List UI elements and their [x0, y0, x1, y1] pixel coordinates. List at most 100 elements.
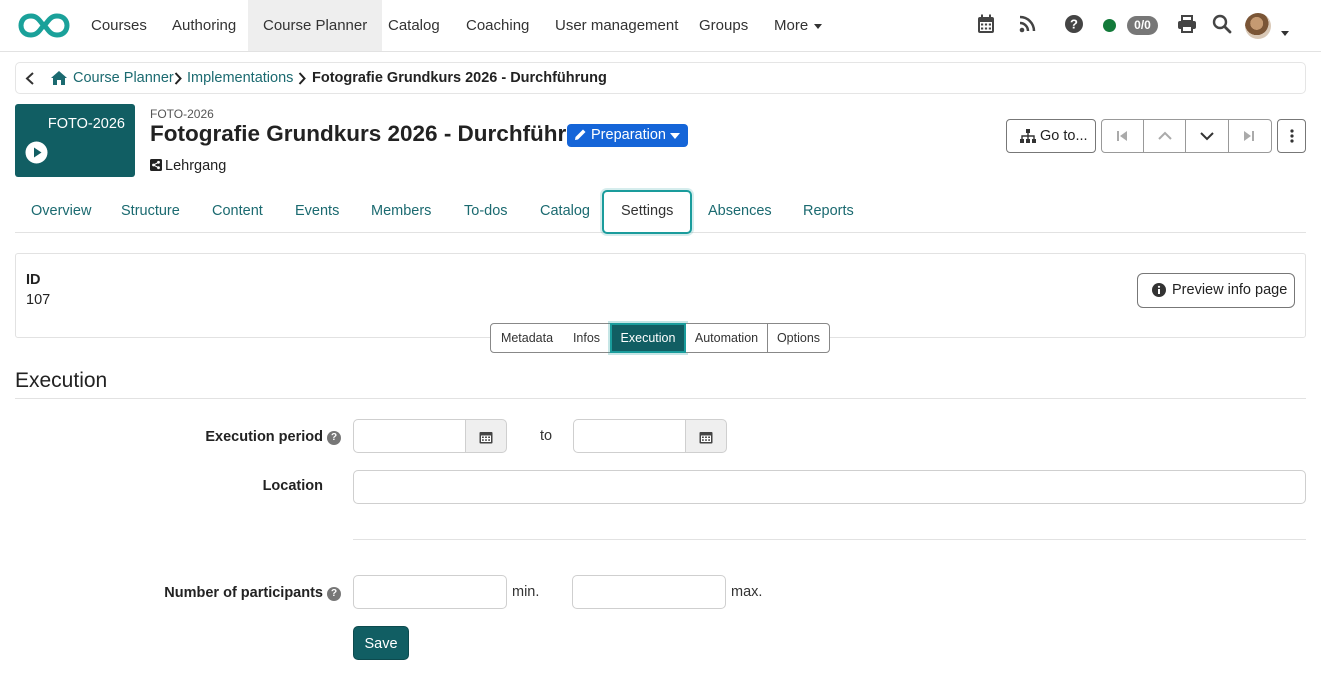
- nav-courses[interactable]: Courses: [76, 0, 162, 51]
- play-icon[interactable]: [25, 141, 48, 167]
- tab-catalog[interactable]: Catalog: [540, 190, 590, 233]
- to-label: to: [540, 428, 553, 444]
- form-divider: [353, 539, 1306, 540]
- page-title: Fotografie Grundkurs 2026 - Durchführung: [150, 121, 608, 146]
- tab-members[interactable]: Members: [371, 190, 431, 233]
- sitemap-icon: [1020, 129, 1036, 143]
- nav-coaching[interactable]: Coaching: [451, 0, 544, 51]
- svg-text:?: ?: [1070, 17, 1078, 32]
- help-icon[interactable]: ?: [327, 587, 341, 601]
- notification-counter[interactable]: 0/0: [1127, 16, 1158, 35]
- max-participants-input[interactable]: [572, 575, 726, 609]
- home-icon[interactable]: [50, 70, 68, 90]
- share-square-icon: [150, 159, 162, 171]
- goto-label: Go to...: [1040, 128, 1088, 144]
- participants-label: Number of participants?: [100, 585, 341, 601]
- help-icon[interactable]: ?: [327, 431, 341, 445]
- main-tabs: Overview Structure Content Events Member…: [15, 190, 1306, 234]
- tab-structure[interactable]: Structure: [121, 190, 180, 233]
- pencil-icon: [573, 128, 587, 146]
- breadcrumb-current: Fotografie Grundkurs 2026 - Durchführung: [312, 70, 607, 86]
- chevron-down-icon: [814, 23, 823, 29]
- nav-catalog[interactable]: Catalog: [373, 0, 455, 51]
- execution-period-label: Execution period?: [120, 429, 341, 445]
- id-value: 107: [26, 292, 51, 308]
- start-date-input[interactable]: [353, 419, 467, 453]
- nav-more[interactable]: More: [759, 0, 837, 51]
- previous-entry-button[interactable]: [1144, 120, 1186, 152]
- id-label: ID: [26, 272, 41, 288]
- breadcrumb: Course Planner Implementations Fotografi…: [15, 62, 1306, 94]
- course-type: Lehrgang: [150, 158, 226, 174]
- chevron-right-icon: [174, 72, 182, 89]
- skip-last-icon: [1244, 131, 1254, 141]
- chevron-down-icon: [670, 133, 680, 139]
- chevron-down-icon: [1200, 132, 1214, 141]
- end-date-input[interactable]: [573, 419, 688, 453]
- start-date-picker-button[interactable]: [465, 419, 507, 453]
- last-entry-button[interactable]: [1229, 120, 1271, 152]
- chevron-up-icon: [1158, 131, 1172, 140]
- preview-info-page-button[interactable]: Preview info page: [1137, 273, 1295, 308]
- subtab-automation[interactable]: Automation: [686, 323, 768, 353]
- tab-overview[interactable]: Overview: [31, 190, 91, 233]
- entry-navigation: [1101, 119, 1272, 153]
- subtab-metadata[interactable]: Metadata: [490, 323, 564, 353]
- tab-todos[interactable]: To-dos: [464, 190, 508, 233]
- save-button[interactable]: Save: [353, 626, 409, 660]
- breadcrumb-course-planner[interactable]: Course Planner: [73, 63, 174, 93]
- nav-user-management[interactable]: User management: [540, 0, 693, 51]
- course-type-label: Lehrgang: [165, 158, 227, 174]
- subtab-infos[interactable]: Infos: [563, 323, 611, 353]
- online-status-icon[interactable]: [1103, 19, 1116, 32]
- next-entry-button[interactable]: [1186, 120, 1229, 152]
- openolat-logo-icon[interactable]: [18, 12, 70, 42]
- help-icon[interactable]: ?: [1064, 14, 1084, 37]
- location-label: Location: [262, 478, 323, 494]
- min-participants-input[interactable]: [353, 575, 507, 609]
- course-thumbnail[interactable]: FOTO-2026: [15, 104, 135, 177]
- location-input[interactable]: [353, 470, 1306, 504]
- max-label: max.: [731, 584, 763, 600]
- end-date-picker-button[interactable]: [685, 419, 727, 453]
- course-external-ref: FOTO-2026: [150, 107, 214, 121]
- subtab-execution[interactable]: Execution: [610, 323, 686, 353]
- chevron-right-icon: [298, 72, 306, 89]
- user-avatar[interactable]: [1245, 13, 1271, 39]
- tab-events[interactable]: Events: [295, 190, 339, 233]
- status-dropdown[interactable]: Preparation: [567, 124, 688, 147]
- search-icon[interactable]: [1212, 14, 1232, 37]
- tab-settings[interactable]: Settings: [602, 190, 693, 234]
- tab-content[interactable]: Content: [212, 190, 263, 233]
- subtab-options[interactable]: Options: [767, 323, 830, 353]
- more-actions-button[interactable]: [1277, 119, 1306, 153]
- kebab-menu-icon: [1290, 129, 1294, 143]
- nav-course-planner[interactable]: Course Planner: [248, 0, 383, 51]
- skip-first-icon: [1117, 131, 1127, 141]
- status-label: Preparation: [591, 127, 666, 143]
- nav-more-label: More: [774, 17, 809, 34]
- min-label: min.: [512, 584, 540, 600]
- calendar-icon: [479, 432, 493, 444]
- top-navbar: Courses Authoring Course Planner Catalog…: [0, 0, 1321, 52]
- course-tile-label: FOTO-2026: [47, 116, 125, 132]
- tab-absences[interactable]: Absences: [708, 190, 772, 233]
- section-title: Execution: [15, 369, 108, 392]
- rss-icon[interactable]: [1019, 14, 1037, 37]
- nav-authoring[interactable]: Authoring: [157, 0, 251, 51]
- back-arrow-icon[interactable]: [25, 72, 35, 89]
- participants-text: Number of participants: [164, 585, 323, 601]
- info-circle-icon: [1152, 283, 1166, 297]
- execution-period-text: Execution period: [205, 429, 323, 445]
- calendar-icon: [699, 432, 713, 444]
- first-entry-button[interactable]: [1102, 120, 1144, 152]
- breadcrumb-implementations[interactable]: Implementations: [187, 63, 293, 93]
- calendar-icon[interactable]: [977, 14, 995, 37]
- preview-info-page-label: Preview info page: [1172, 282, 1288, 298]
- print-icon[interactable]: [1177, 14, 1197, 37]
- section-divider: [15, 398, 1306, 399]
- goto-button[interactable]: Go to...: [1006, 119, 1096, 153]
- chevron-down-icon[interactable]: [1281, 24, 1289, 40]
- tab-reports[interactable]: Reports: [803, 190, 854, 233]
- nav-groups[interactable]: Groups: [684, 0, 763, 51]
